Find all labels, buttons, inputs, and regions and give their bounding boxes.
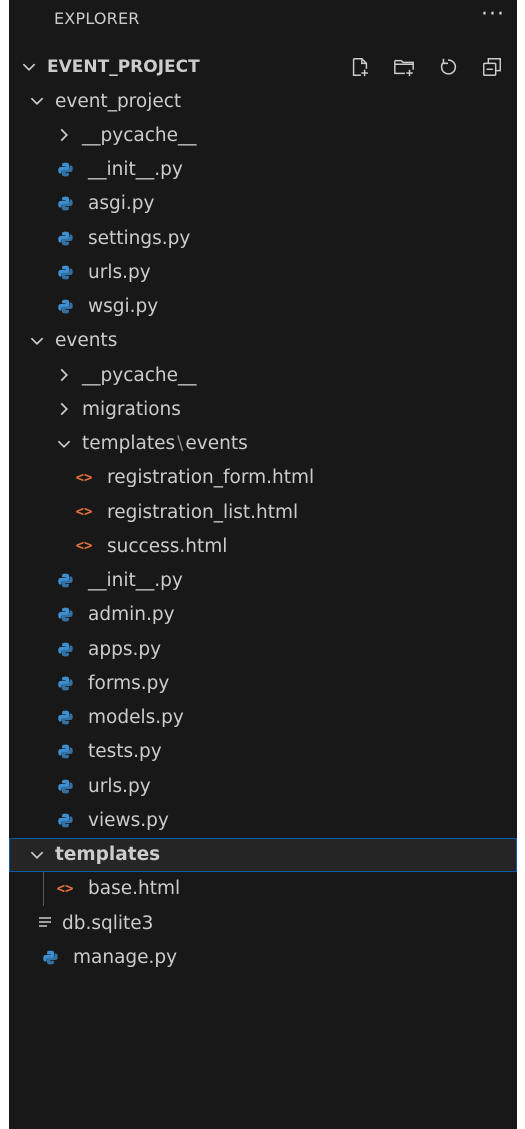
item-label: admin.py — [88, 604, 175, 626]
item-label: migrations — [82, 398, 181, 420]
item-label: urls.py — [88, 775, 151, 797]
file-item[interactable]: __init__.py — [9, 153, 517, 187]
html-file-icon: <> — [75, 469, 93, 486]
html-file-icon: <> — [75, 504, 93, 520]
file-item[interactable]: wsgi.py — [9, 290, 517, 324]
file-item[interactable]: <> registration_form.html — [9, 461, 517, 495]
file-item[interactable]: asgi.py — [9, 187, 517, 221]
indent-guide — [43, 871, 44, 906]
item-label: __pycache__ — [82, 364, 197, 386]
python-file-icon — [54, 743, 76, 760]
item-label: templates — [55, 844, 161, 865]
chevron-right-icon — [54, 365, 74, 385]
file-item[interactable]: __init__.py — [9, 564, 517, 598]
python-file-icon — [54, 298, 76, 315]
explorer-title: EXPLORER — [54, 9, 140, 28]
item-label: models.py — [88, 707, 184, 728]
item-label: wsgi.py — [88, 296, 159, 317]
file-item[interactable]: urls.py — [9, 769, 517, 803]
folder-item[interactable]: __pycache__ — [9, 358, 517, 392]
item-label: templates — [82, 433, 176, 454]
file-item[interactable]: urls.py — [9, 255, 517, 289]
folder-item[interactable]: templates \ events — [9, 427, 517, 461]
python-file-icon — [39, 949, 61, 966]
explorer-title-bar: EXPLORER ··· — [9, 0, 517, 38]
folder-item[interactable]: event_project — [9, 84, 517, 118]
item-label: tests.py — [88, 741, 162, 763]
chevron-right-icon — [54, 399, 74, 419]
item-label: events — [55, 330, 118, 352]
item-label: event_project — [55, 90, 182, 112]
python-file-icon — [54, 195, 76, 212]
chevron-down-icon — [54, 434, 74, 454]
file-item[interactable]: <> registration_list.html — [9, 495, 517, 529]
collapse-all-icon[interactable] — [481, 56, 503, 78]
folder-item[interactable]: templates — [9, 837, 517, 872]
item-label: __init__.py — [88, 159, 183, 180]
python-file-icon — [54, 709, 76, 726]
folder-item[interactable]: migrations — [9, 392, 517, 426]
chevron-down-icon — [27, 331, 47, 351]
item-label: forms.py — [88, 672, 170, 694]
file-item[interactable]: tests.py — [9, 735, 517, 769]
item-label: settings.py — [88, 227, 191, 249]
item-label: __init__.py — [88, 570, 183, 591]
file-item[interactable]: admin.py — [9, 598, 517, 632]
refresh-icon[interactable] — [437, 56, 459, 78]
item-label: asgi.py — [88, 193, 155, 215]
item-label: base.html — [88, 878, 181, 900]
chevron-down-icon — [19, 57, 39, 77]
python-file-icon — [54, 230, 76, 247]
path-separator: \ — [177, 433, 184, 454]
item-label: __pycache__ — [82, 124, 197, 146]
python-file-icon — [54, 264, 76, 281]
file-item[interactable]: <> success.html — [9, 529, 517, 563]
chevron-down-icon — [27, 91, 47, 111]
python-file-icon — [54, 812, 76, 829]
file-item[interactable]: apps.py — [9, 632, 517, 666]
file-item[interactable]: manage.py — [9, 940, 517, 974]
item-label-suffix: events — [185, 433, 248, 454]
database-file-icon — [34, 915, 56, 931]
item-label: apps.py — [88, 638, 162, 660]
item-label: success.html — [107, 535, 228, 557]
python-file-icon — [54, 572, 76, 589]
file-item[interactable]: settings.py — [9, 221, 517, 255]
python-file-icon — [54, 606, 76, 623]
item-label: views.py — [88, 809, 169, 831]
item-label: db.sqlite3 — [62, 912, 154, 934]
folder-item[interactable]: __pycache__ — [9, 118, 517, 152]
file-item[interactable]: views.py — [9, 803, 517, 837]
item-label: registration_list.html — [107, 501, 299, 523]
python-file-icon — [54, 641, 76, 658]
item-label: registration_form.html — [107, 467, 315, 489]
file-item[interactable]: db.sqlite3 — [9, 906, 517, 940]
html-file-icon: <> — [56, 880, 74, 897]
python-file-icon — [54, 675, 76, 692]
chevron-right-icon — [54, 125, 74, 145]
chevron-down-icon — [27, 845, 47, 865]
file-item[interactable]: forms.py — [9, 666, 517, 700]
root-folder[interactable]: EVENT_PROJECT — [9, 50, 517, 84]
html-file-icon: <> — [75, 538, 93, 555]
file-item[interactable]: models.py — [9, 701, 517, 735]
explorer-panel: EXPLORER ··· EVENT_PROJECT event_project… — [9, 0, 517, 1129]
more-actions-button[interactable]: ··· — [481, 2, 505, 27]
file-item[interactable]: <> base.html — [9, 872, 517, 906]
new-folder-icon[interactable] — [393, 56, 415, 78]
item-label: urls.py — [88, 261, 151, 283]
root-actions — [349, 50, 503, 84]
root-folder-label: EVENT_PROJECT — [47, 57, 200, 77]
folder-item[interactable]: events — [9, 324, 517, 358]
item-label: manage.py — [73, 946, 178, 968]
python-file-icon — [54, 778, 76, 795]
python-file-icon — [54, 161, 76, 178]
new-file-icon[interactable] — [349, 56, 371, 78]
